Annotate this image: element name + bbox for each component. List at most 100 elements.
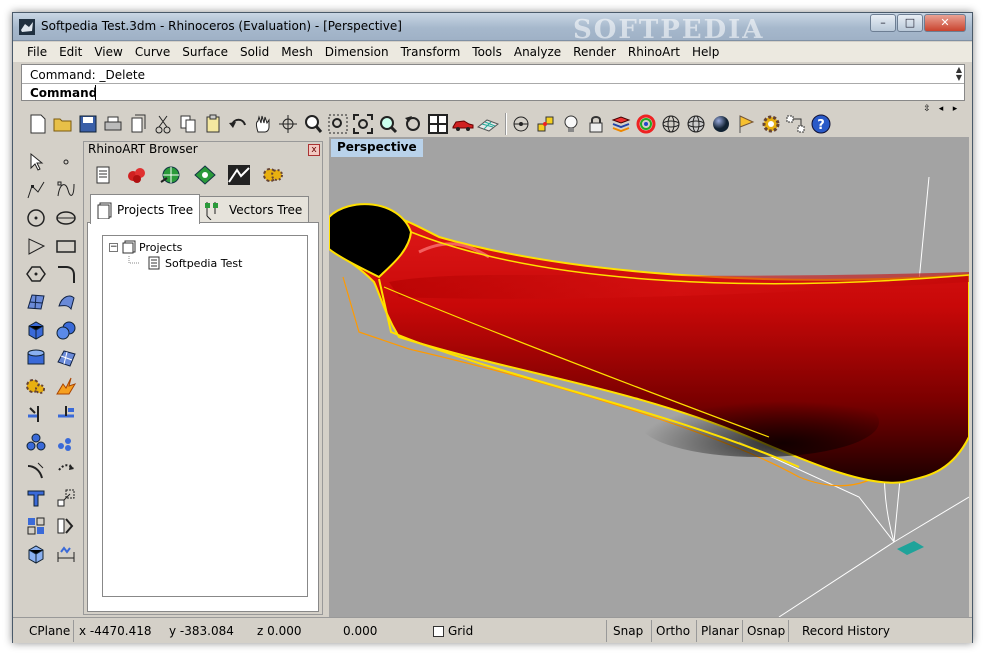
cplane-icon[interactable]	[510, 113, 532, 135]
lock-icon[interactable]	[585, 113, 607, 135]
trim-icon[interactable]	[23, 401, 49, 427]
perspective-viewport[interactable]: Perspective	[329, 137, 969, 617]
menu-help[interactable]: Help	[686, 42, 725, 62]
close-button[interactable]: ✕	[924, 14, 966, 32]
color-wheel-icon[interactable]	[635, 113, 657, 135]
title-bar[interactable]: Softpedia Test.3dm - Rhinoceros (Evaluat…	[13, 13, 972, 45]
polygon-icon[interactable]	[23, 261, 49, 287]
layers-icon[interactable]	[610, 113, 632, 135]
four-viewports-icon[interactable]	[427, 113, 449, 135]
polyline-icon[interactable]	[23, 177, 49, 203]
osnap-icon[interactable]	[535, 113, 557, 135]
status-cplane[interactable]: CPlane	[29, 624, 70, 638]
tab-vectors-tree[interactable]: Vectors Tree	[196, 196, 310, 222]
circle-icon[interactable]	[23, 205, 49, 231]
menu-transform[interactable]: Transform	[395, 42, 467, 62]
viewport-label[interactable]: Perspective	[331, 139, 423, 157]
block-icon[interactable]	[23, 513, 49, 539]
tree-node-projects[interactable]: − Projects	[109, 240, 182, 254]
car-icon[interactable]	[452, 113, 474, 135]
text-icon[interactable]	[23, 485, 49, 511]
ellipse-icon[interactable]	[53, 205, 79, 231]
move-icon[interactable]	[53, 457, 79, 483]
pan-hand-icon[interactable]	[252, 113, 274, 135]
help-icon[interactable]: ?	[810, 113, 832, 135]
array-icon[interactable]	[53, 429, 79, 455]
select-arrow-icon[interactable]	[23, 149, 49, 175]
cylinder-icon[interactable]	[23, 345, 49, 371]
save-icon[interactable]	[77, 113, 99, 135]
browser-close-button[interactable]: x	[308, 144, 320, 156]
minimize-button[interactable]: –	[870, 14, 896, 32]
command-input[interactable]	[95, 85, 885, 100]
grid-checkbox[interactable]	[433, 626, 444, 637]
globe-icon[interactable]	[158, 162, 184, 188]
zoom-window-icon[interactable]	[327, 113, 349, 135]
new-file-icon[interactable]	[27, 113, 49, 135]
zoom-icon[interactable]	[302, 113, 324, 135]
light-bulb-icon[interactable]	[560, 113, 582, 135]
status-ortho[interactable]: Ortho	[656, 624, 690, 638]
maximize-button[interactable]: □	[897, 14, 923, 32]
menu-rhinoart[interactable]: RhinoArt	[622, 42, 686, 62]
boolean-icon[interactable]	[23, 373, 49, 399]
sphere-icon[interactable]	[53, 317, 79, 343]
shaded-sphere-icon[interactable]	[685, 113, 707, 135]
undo-icon[interactable]	[227, 113, 249, 135]
material-icon[interactable]	[192, 162, 218, 188]
tree-node-softpedia-test[interactable]: Softpedia Test	[127, 256, 242, 270]
loft-icon[interactable]	[53, 289, 79, 315]
gear-icon[interactable]	[260, 162, 286, 188]
status-record-history[interactable]: Record History	[802, 624, 890, 638]
copy-icon[interactable]	[177, 113, 199, 135]
menu-view[interactable]: View	[88, 42, 128, 62]
rendered-sphere-icon[interactable]	[710, 113, 732, 135]
command-history-scroll[interactable]: ▲ ▼	[956, 66, 962, 82]
menu-mesh[interactable]: Mesh	[275, 42, 319, 62]
zoom-selected-icon[interactable]	[377, 113, 399, 135]
tab-projects-tree[interactable]: Projects Tree	[90, 194, 201, 224]
mesh-icon[interactable]	[53, 345, 79, 371]
menu-curve[interactable]: Curve	[129, 42, 176, 62]
status-osnap[interactable]: Osnap	[747, 624, 785, 638]
status-planar[interactable]: Planar	[701, 624, 739, 638]
arc-icon[interactable]	[23, 233, 49, 259]
split-icon[interactable]	[53, 401, 79, 427]
cut-icon[interactable]	[152, 113, 174, 135]
open-folder-icon[interactable]	[52, 113, 74, 135]
explode-icon[interactable]	[53, 373, 79, 399]
rectangle-icon[interactable]	[53, 233, 79, 259]
offset-icon[interactable]	[23, 457, 49, 483]
paint-blob-icon[interactable]	[124, 162, 150, 188]
scale-icon[interactable]	[53, 485, 79, 511]
import-icon[interactable]	[127, 113, 149, 135]
box-edit-icon[interactable]	[23, 541, 49, 567]
dimension-icon[interactable]	[53, 541, 79, 567]
status-grid-label[interactable]: Grid	[448, 624, 473, 638]
paste-icon[interactable]	[202, 113, 224, 135]
menu-edit[interactable]: Edit	[53, 42, 88, 62]
mirror-icon[interactable]	[53, 513, 79, 539]
menu-solid[interactable]: Solid	[234, 42, 275, 62]
surface-icon[interactable]	[23, 289, 49, 315]
wireframe-sphere-icon[interactable]	[660, 113, 682, 135]
menu-dimension[interactable]: Dimension	[319, 42, 395, 62]
undo-view-icon[interactable]	[402, 113, 424, 135]
flag-icon[interactable]	[735, 113, 757, 135]
fillet-icon[interactable]	[53, 261, 79, 287]
point-icon[interactable]	[53, 149, 79, 175]
status-snap[interactable]: Snap	[613, 624, 643, 638]
image-icon[interactable]	[226, 162, 252, 188]
menu-file[interactable]: File	[21, 42, 53, 62]
menu-surface[interactable]: Surface	[176, 42, 234, 62]
grid-plane-icon[interactable]	[477, 113, 499, 135]
group-icon[interactable]	[23, 429, 49, 455]
zoom-extents-icon[interactable]	[352, 113, 374, 135]
tree-expander[interactable]: −	[109, 242, 118, 252]
menu-render[interactable]: Render	[567, 42, 622, 62]
print-icon[interactable]	[102, 113, 124, 135]
box-icon[interactable]	[23, 317, 49, 343]
options-icon[interactable]	[785, 113, 807, 135]
curve-icon[interactable]	[53, 177, 79, 203]
gear-icon[interactable]	[760, 113, 782, 135]
